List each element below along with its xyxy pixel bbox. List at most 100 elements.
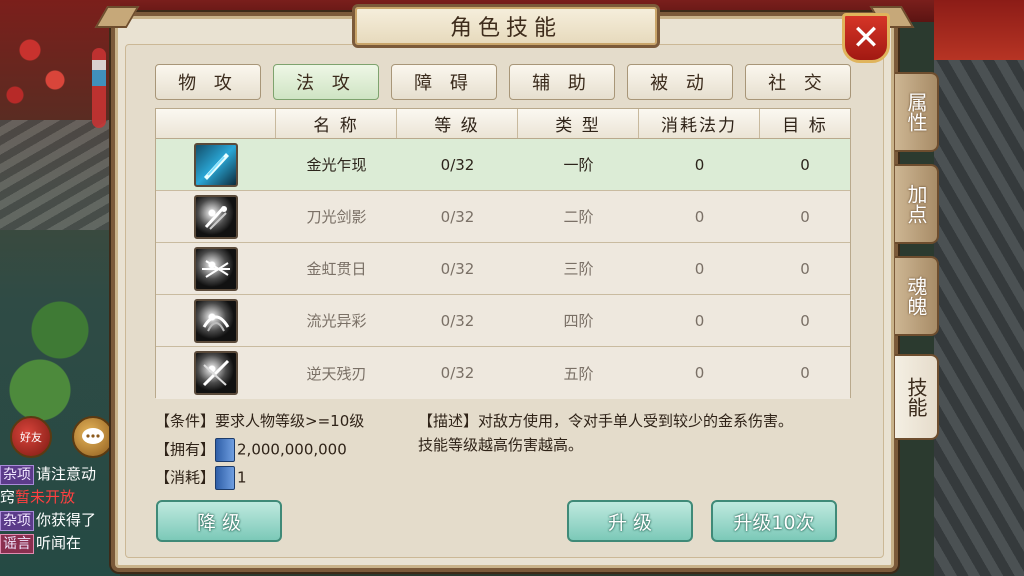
skill-level: 0/32: [440, 155, 475, 174]
tab-passive[interactable]: 被 动: [627, 64, 733, 100]
skill-type: 五阶: [563, 364, 594, 383]
blade-shadow-icon: [194, 194, 238, 239]
description-label: 【描述】: [418, 412, 479, 430]
table-row[interactable]: 流光异彩 0/32 四阶 0 0: [156, 295, 850, 347]
skill-icon-cell: [156, 243, 276, 294]
table-row[interactable]: 逆天残刃 0/32 五阶 0 0: [156, 347, 850, 399]
skill-level: 0/32: [440, 311, 475, 330]
chat-tag: 杂项: [0, 511, 34, 531]
chat-text-highlight: 暂未开放: [15, 488, 76, 506]
tab-support[interactable]: 辅 助: [509, 64, 615, 100]
owned-line: 【拥有】 2,000,000,000: [155, 438, 347, 462]
skill-targets: 0: [800, 207, 810, 226]
tab-physical-attack[interactable]: 物 攻: [155, 64, 261, 100]
skill-book-icon: [215, 438, 236, 462]
game-background-right: [934, 0, 1024, 576]
description-line-2: 技能等级越高伤害越高。: [418, 436, 584, 454]
chat-text: 请注意动: [36, 465, 97, 483]
skill-name: 逆天残刃: [306, 364, 367, 383]
skill-level: 0/32: [440, 259, 475, 278]
cost-line: 【消耗】 1: [155, 466, 247, 490]
skill-targets: 0: [800, 364, 810, 382]
friends-icon[interactable]: 好友: [10, 416, 52, 458]
skill-level: 0/32: [440, 364, 475, 382]
owned-label: 【拥有】: [155, 440, 216, 459]
chat-line: 谣言 听闻在: [0, 532, 120, 555]
tab-obstruct[interactable]: 障 碍: [391, 64, 497, 100]
cost-label: 【消耗】: [155, 468, 216, 487]
chat-line: 窍暂未开放: [0, 486, 120, 509]
skill-level: 0/32: [440, 207, 475, 226]
chat-tag: 谣言: [0, 534, 34, 554]
skill-name: 流光异彩: [306, 312, 367, 330]
description-text: 对敌方使用，令对手单人受到较少的金系伤害。: [478, 412, 794, 430]
table-row[interactable]: 金虹贯日 0/32 三阶 0 0: [156, 243, 850, 295]
skill-icon-cell: [156, 347, 276, 399]
chat-line: 杂项 请注意动: [0, 463, 120, 486]
description-line: 【描述】对敌方使用，令对手单人受到较少的金系伤害。: [418, 410, 793, 431]
table-row[interactable]: 刀光剑影 0/32 二阶 0 0: [156, 191, 850, 243]
skill-targets: 0: [800, 155, 810, 174]
skill-type: 三阶: [563, 260, 594, 278]
column-header-mana: 消耗法力: [639, 109, 760, 138]
hanging-ornament-icon: [92, 48, 106, 128]
owned-value: 2,000,000,000: [237, 440, 347, 459]
chat-log[interactable]: 杂项 请注意动 窍暂未开放 杂项 你获得了 谣言 听闻在: [0, 463, 120, 555]
friends-icon-label: 好友: [20, 431, 42, 444]
tab-magic-attack[interactable]: 法 攻: [273, 64, 379, 100]
skill-book-icon: [215, 466, 236, 490]
chat-shortcuts: 好友: [4, 416, 116, 458]
chat-text: 听闻在: [36, 534, 82, 552]
downgrade-button[interactable]: 降 级: [156, 500, 282, 542]
column-header-icon: [156, 109, 276, 138]
skill-name: 金光乍现: [306, 156, 367, 174]
table-header: 名 称 等 级 类 型 消耗法力 目 标: [156, 109, 850, 139]
skill-mana-cost: 0: [694, 311, 705, 330]
skill-name: 金虹贯日: [306, 260, 367, 278]
skill-mana-cost: 0: [694, 155, 705, 174]
condition-line: 【条件】要求人物等级>=10级: [155, 410, 364, 431]
table-row[interactable]: 金光乍现 0/32 一阶 0 0: [156, 139, 850, 191]
side-tab-soul[interactable]: 魂魄: [895, 256, 939, 336]
column-header-type: 类 型: [518, 109, 639, 138]
skill-type: 一阶: [563, 156, 594, 174]
flowing-light-icon: [194, 298, 238, 343]
skill-mana-cost: 0: [694, 259, 705, 278]
side-tab-add-points[interactable]: 加点: [895, 164, 939, 244]
skill-mana-cost: 0: [694, 207, 705, 226]
chat-text: 窍: [0, 488, 16, 506]
upgrade-button[interactable]: 升 级: [567, 500, 693, 542]
skill-icon-cell: [156, 139, 276, 190]
chat-tag: 杂项: [0, 465, 34, 485]
tab-social[interactable]: 社 交: [745, 64, 851, 100]
skill-targets: 0: [800, 311, 810, 330]
side-tab-attributes[interactable]: 属性: [895, 72, 939, 152]
window-title: 角色技能: [352, 4, 660, 48]
upgrade-ten-times-button[interactable]: 升级10次: [711, 500, 837, 542]
background-stairs: [0, 120, 110, 230]
chat-bubble-icon[interactable]: [72, 416, 114, 458]
background-roof: [934, 0, 1024, 60]
column-header-level: 等 级: [397, 109, 518, 138]
chat-text: 你获得了: [36, 511, 97, 529]
skill-icon-cell: [156, 191, 276, 242]
skill-name: 刀光剑影: [306, 208, 367, 226]
skills-table: 名 称 等 级 类 型 消耗法力 目 标 金光乍现 0/32 一阶 0 0 刀光…: [155, 108, 851, 399]
cost-value: 1: [237, 468, 247, 487]
close-button[interactable]: ✕: [842, 13, 890, 63]
column-header-target: 目 标: [782, 116, 828, 136]
skill-type: 二阶: [563, 208, 594, 226]
column-header-name: 名 称: [276, 109, 397, 138]
skill-targets: 0: [800, 259, 810, 278]
condition-text: 要求人物等级>=10级: [215, 412, 365, 430]
skill-icon-cell: [156, 295, 276, 346]
close-x-icon: ✕: [851, 18, 881, 58]
skill-mana-cost: 0: [694, 364, 705, 382]
broken-blade-icon: [194, 351, 238, 395]
chat-line: 杂项 你获得了: [0, 509, 120, 532]
condition-label: 【条件】: [155, 412, 216, 430]
side-tab-skills[interactable]: 技能: [895, 354, 939, 440]
golden-light-sword-icon: [194, 142, 238, 187]
rainbow-sword-icon: [194, 246, 238, 291]
skill-type: 四阶: [563, 312, 594, 330]
